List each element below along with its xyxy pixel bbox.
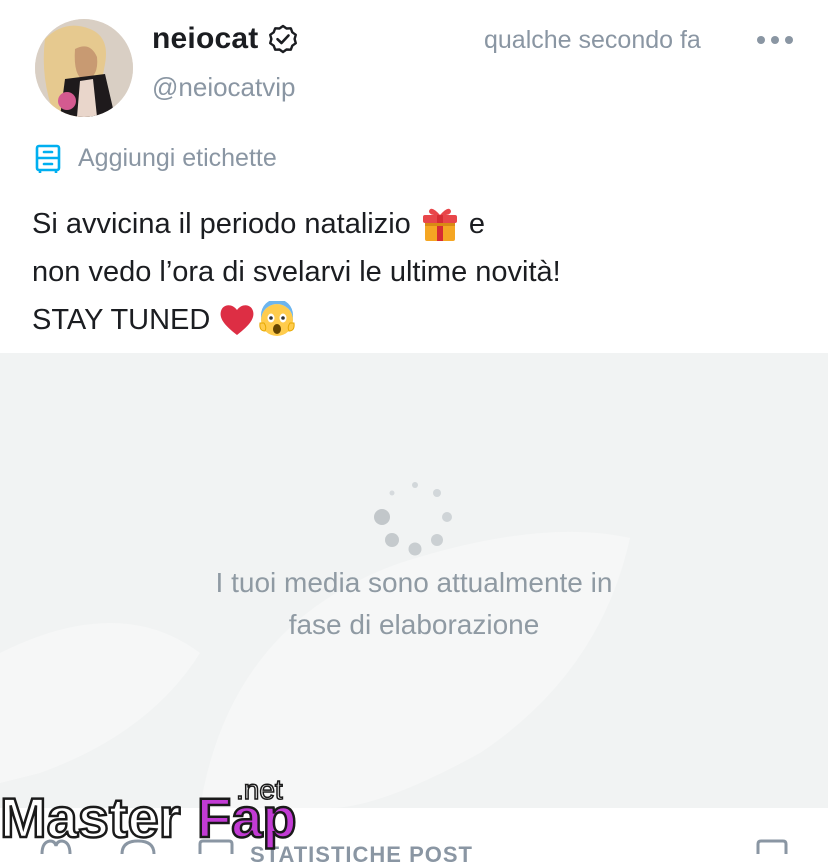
author-row: neiocat [152,22,298,56]
avatar[interactable] [35,19,133,117]
author-handle[interactable]: @neiocatvip [152,72,295,103]
gift-emoji-icon [422,208,457,241]
dot [757,36,765,44]
post-text-line-3-text: STAY TUNED [32,304,211,336]
post-text-line-3: STAY TUNED [32,296,561,344]
post-text-line-2: non vedo l’ora di svelarvi le ultime nov… [32,256,561,288]
post-text-line-1-tail: e [468,208,485,240]
loading-spinner-icon [374,482,452,556]
add-tags-label: Aggiungi etichette [78,143,277,172]
post-timestamp[interactable]: qualche secondo fa [484,26,701,55]
post-text-line-1-text: Si avvicina il periodo natalizio [32,208,411,240]
svg-text:.net: .net [236,775,283,805]
author-name[interactable]: neiocat [152,22,258,56]
scream-emoji-icon [259,301,295,336]
heart-emoji-icon [220,305,254,335]
svg-text:Master: Master [0,786,181,849]
watermark-logo: Master Fap .net [0,775,298,850]
post-text-line-1: Si avvicina il periodo natalizio e [32,200,561,248]
avatar-image [35,19,133,117]
dot [785,36,793,44]
add-tags-button[interactable]: Aggiungi etichette [34,142,277,174]
dot [771,36,779,44]
more-options-icon[interactable] [757,30,793,50]
post-text: Si avvicina il periodo natalizio e non v… [32,200,561,344]
bookmark-icon[interactable] [752,836,792,856]
media-processing-message: I tuoi media sono attualmente in fase di… [215,567,613,640]
verified-badge-icon [269,24,298,54]
tag-icon [35,144,61,173]
